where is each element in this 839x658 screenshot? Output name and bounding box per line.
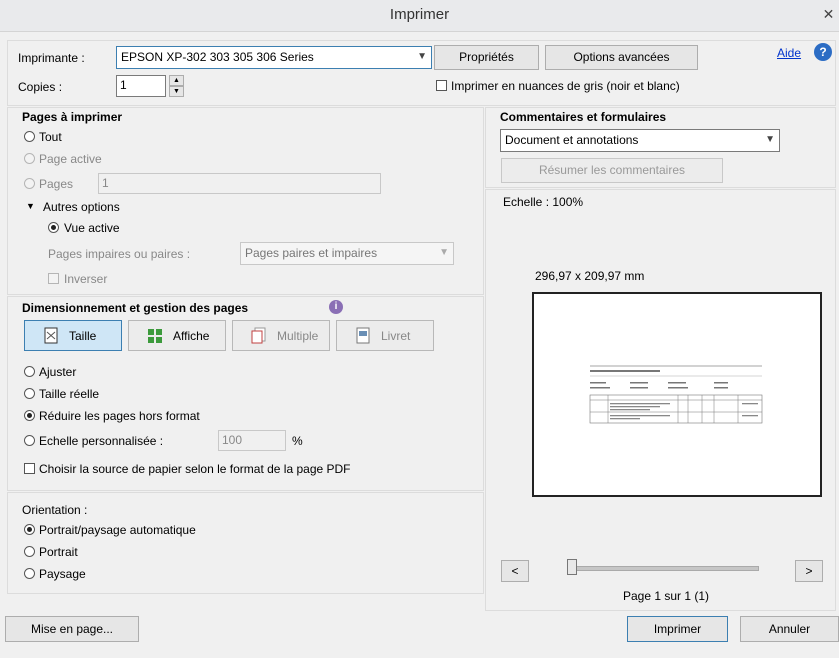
scale-label: Echelle : 100% (503, 195, 584, 209)
print-button[interactable]: Imprimer (627, 616, 728, 642)
tab-poster-label: Affiche (173, 329, 210, 343)
tab-poster[interactable]: Affiche (128, 320, 226, 351)
copies-label: Copies : (18, 80, 63, 94)
pages-range-input[interactable]: 1 (98, 173, 381, 194)
page-slider-thumb[interactable] (567, 559, 577, 575)
percent-label: % (292, 434, 303, 448)
booklet-icon (356, 327, 370, 344)
sizing-heading: Dimensionnement et gestion des pages (22, 301, 249, 315)
info-icon[interactable]: i (329, 300, 343, 314)
page-slider-track[interactable] (567, 566, 759, 571)
pages-heading: Pages à imprimer (22, 110, 123, 124)
tab-booklet-label: Livret (381, 329, 411, 343)
page-setup-button[interactable]: Mise en page... (5, 616, 139, 642)
copies-input[interactable]: 1 (116, 75, 166, 97)
window-title: Imprimer (389, 6, 450, 23)
printer-label: Imprimante : (18, 51, 85, 65)
document-thumbnail (589, 365, 763, 424)
help-icon[interactable]: ? (814, 43, 832, 61)
comments-select[interactable]: Document et annotations ▼ (500, 129, 780, 152)
tab-size[interactable]: Taille (24, 320, 122, 351)
tab-multiple-label: Multiple (277, 329, 319, 343)
orientation-auto-label: Portrait/paysage automatique (39, 523, 196, 537)
tab-booklet[interactable]: Livret (336, 320, 434, 351)
comments-select-value: Document et annotations (505, 133, 639, 147)
page-preview (532, 292, 822, 497)
pages-all-label: Tout (39, 130, 62, 144)
orientation-auto-radio[interactable] (24, 524, 35, 535)
page-info: Page 1 sur 1 (1) (623, 589, 710, 603)
poster-icon (148, 329, 162, 343)
size-icon (44, 327, 58, 344)
current-view-radio[interactable] (48, 222, 59, 233)
help-link[interactable]: Aide (777, 46, 801, 60)
fit-label: Ajuster (39, 365, 77, 379)
advanced-options-button[interactable]: Options avancées (545, 45, 698, 70)
comments-heading: Commentaires et formulaires (500, 110, 667, 124)
close-icon[interactable]: ✕ (818, 4, 839, 24)
tab-size-label: Taille (69, 329, 97, 343)
custom-scale-label: Echelle personnalisée : (39, 434, 164, 448)
next-page-button[interactable]: > (795, 560, 823, 582)
reverse-checkbox[interactable] (48, 273, 59, 284)
pages-current-radio[interactable] (24, 153, 35, 164)
orientation-portrait-label: Portrait (39, 545, 78, 559)
grayscale-checkbox[interactable] (436, 80, 447, 91)
pages-current-label: Page active (39, 152, 102, 166)
tab-multiple[interactable]: Multiple (232, 320, 330, 351)
paper-source-label: Choisir la source de papier selon le for… (39, 462, 351, 476)
chevron-down-icon: ▼ (765, 134, 775, 145)
orientation-landscape-radio[interactable] (24, 568, 35, 579)
grayscale-label: Imprimer en nuances de gris (noir et bla… (451, 79, 680, 93)
orientation-portrait-radio[interactable] (24, 546, 35, 557)
chevron-down-icon: ▼ (417, 51, 427, 62)
pages-range-label: Pages (39, 177, 74, 191)
expand-triangle-icon[interactable]: ▼ (26, 201, 35, 211)
custom-scale-input[interactable]: 100 (218, 430, 286, 451)
dimensions-label: 296,97 x 209,97 mm (535, 269, 645, 283)
printer-select[interactable]: EPSON XP-302 303 305 306 Series ▼ (116, 46, 432, 69)
fit-radio[interactable] (24, 366, 35, 377)
copies-up-icon[interactable]: ▲ (169, 75, 184, 86)
orientation-landscape-label: Paysage (39, 567, 86, 581)
pages-range-radio[interactable] (24, 178, 35, 189)
paper-source-checkbox[interactable] (24, 463, 35, 474)
properties-button[interactable]: Propriétés (434, 45, 539, 70)
reverse-label: Inverser (64, 272, 108, 286)
cancel-button[interactable]: Annuler (740, 616, 839, 642)
odd-even-label: Pages impaires ou paires : (48, 247, 191, 261)
shrink-label: Réduire les pages hors format (39, 409, 200, 423)
actual-size-label: Taille réelle (39, 387, 100, 401)
printer-select-value: EPSON XP-302 303 305 306 Series (121, 50, 314, 64)
prev-page-button[interactable]: < (501, 560, 529, 582)
odd-even-select[interactable]: Pages paires et impaires ▼ (240, 242, 454, 265)
actual-size-radio[interactable] (24, 388, 35, 399)
summarize-comments-button[interactable]: Résumer les commentaires (501, 158, 723, 183)
pages-all-radio[interactable] (24, 131, 35, 142)
odd-even-value: Pages paires et impaires (245, 246, 378, 260)
shrink-radio[interactable] (24, 410, 35, 421)
custom-scale-radio[interactable] (24, 435, 35, 446)
multiple-pages-icon (251, 327, 266, 344)
orientation-heading: Orientation : (22, 503, 88, 517)
current-view-label: Vue active (64, 221, 120, 235)
copies-down-icon[interactable]: ▼ (169, 86, 184, 97)
chevron-down-icon: ▼ (439, 247, 449, 258)
more-options-label[interactable]: Autres options (43, 200, 120, 214)
